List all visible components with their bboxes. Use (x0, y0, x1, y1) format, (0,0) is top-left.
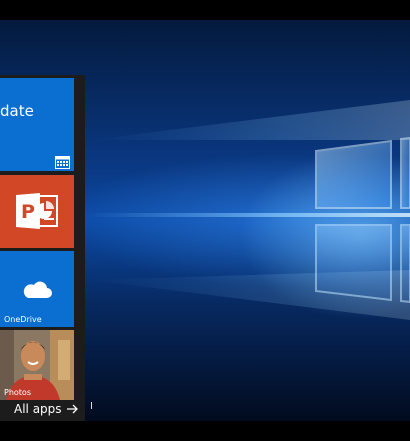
calendar-tile[interactable]: date (0, 78, 74, 171)
calendar-icon (55, 156, 70, 169)
photos-tile-label: Photos (4, 388, 31, 397)
calendar-tile-text: date (0, 102, 34, 120)
cloud-icon (23, 281, 52, 298)
onedrive-tile-label: OneDrive (4, 315, 42, 324)
powerpoint-tile[interactable]: P (0, 175, 74, 248)
text-cursor (91, 402, 92, 409)
powerpoint-icon: P (16, 193, 58, 229)
arrow-right-icon (66, 404, 78, 414)
svg-text:P: P (21, 201, 35, 223)
all-apps-button[interactable]: All apps (14, 402, 79, 416)
onedrive-tile[interactable]: OneDrive (0, 251, 74, 327)
screen-top-bar (0, 0, 410, 20)
all-apps-label: All apps (14, 402, 62, 416)
screen-bottom-bar (0, 421, 410, 441)
photos-tile[interactable]: Photos (0, 330, 74, 400)
